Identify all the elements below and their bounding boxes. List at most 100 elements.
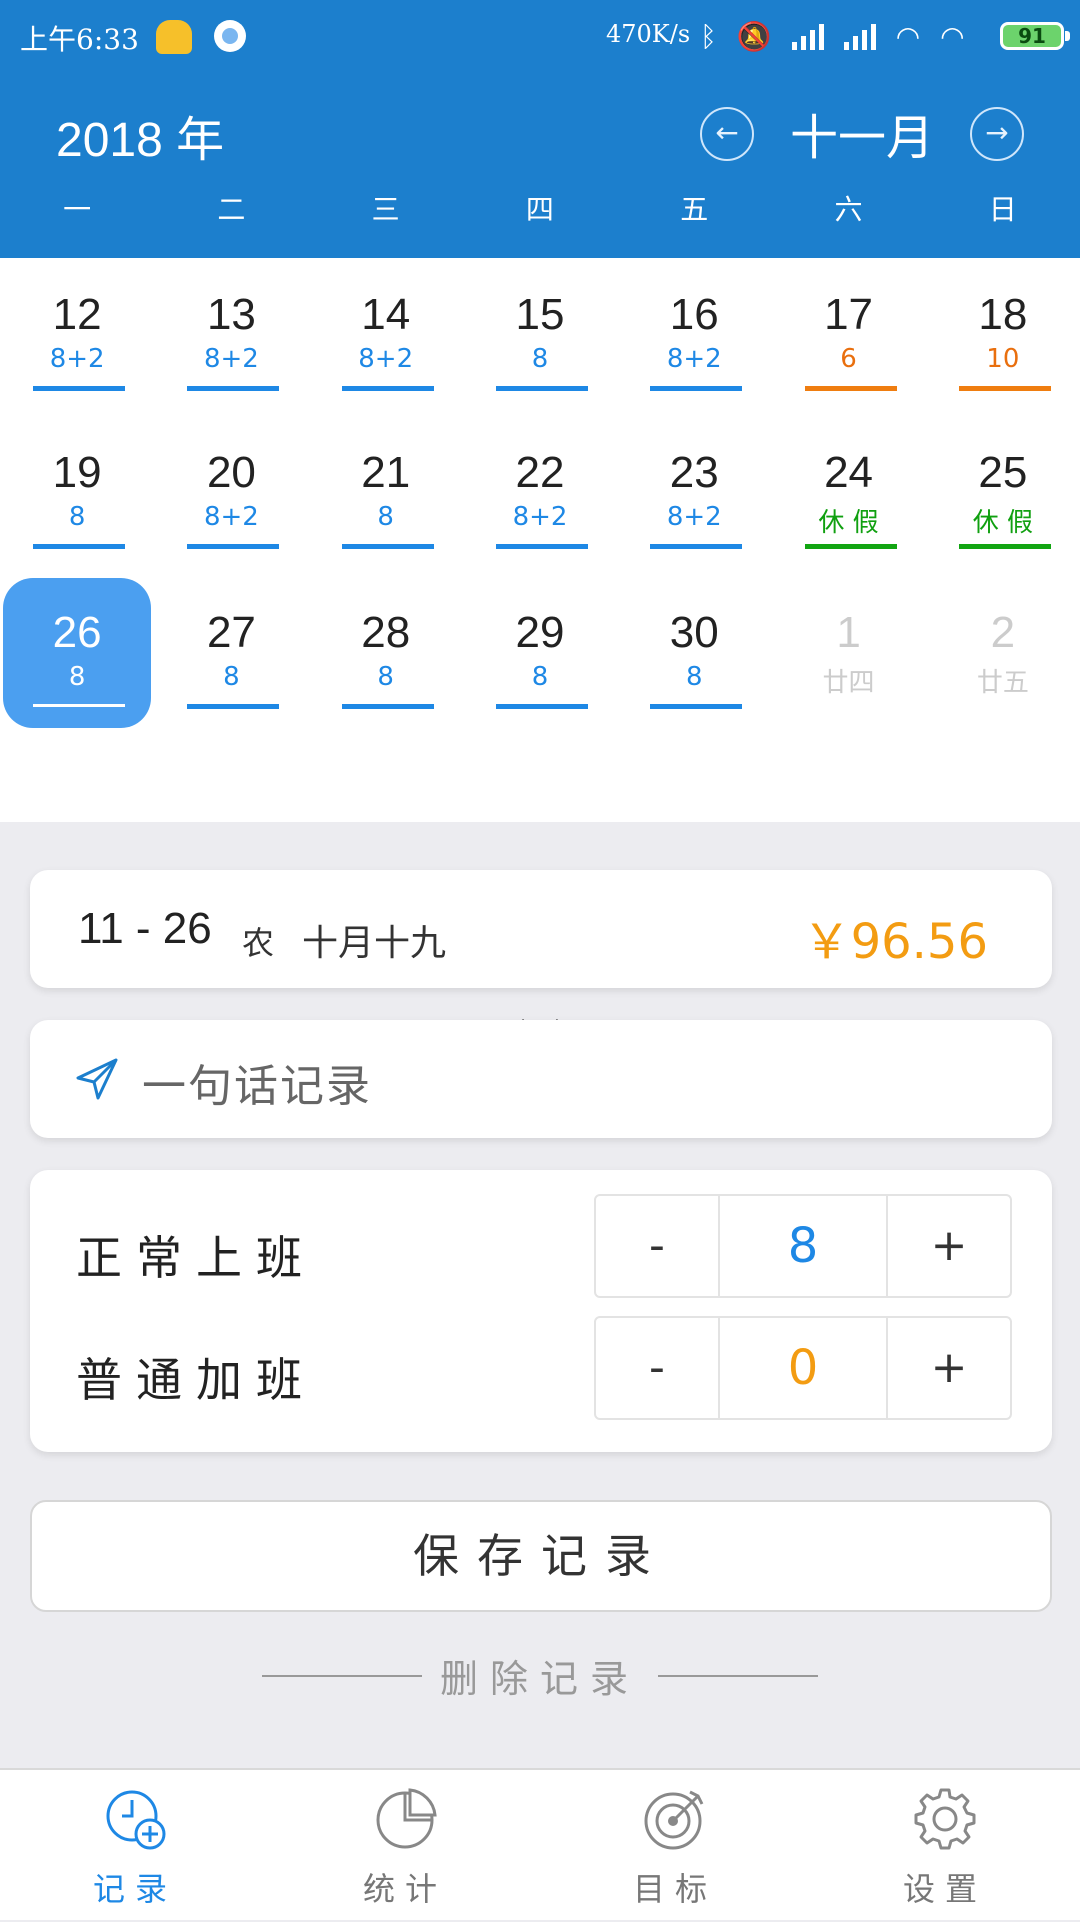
calendar-day[interactable]: 14 8+2 [312, 260, 460, 410]
calendar-grid: 12 8+2 13 8+2 14 8+2 15 8 16 8+2 17 6 18 10 19 8 20 8+2 21… [0, 258, 1080, 1041]
calendar-day[interactable]: 29 8 [466, 578, 614, 728]
calendar-day[interactable]: 15 8 [466, 260, 614, 410]
overtime-plus-button[interactable]: + [888, 1318, 1010, 1418]
day-hours: 休 假 [972, 508, 1033, 538]
day-number: 23 [669, 448, 719, 497]
day-hours: 8+2 [49, 344, 105, 374]
selected-date: 11 - 26 [78, 904, 212, 953]
day-underline [187, 386, 280, 391]
nav-label: 设置 [902, 1870, 987, 1908]
day-underline [341, 386, 434, 391]
nav-tab-settings[interactable]: 设置 [810, 1770, 1080, 1922]
browser-notification-icon [214, 20, 246, 52]
pie-chart-icon [376, 1788, 437, 1849]
day-number: 26 [52, 608, 102, 657]
day-number: 16 [669, 290, 719, 339]
day-underline [958, 386, 1051, 391]
nav-tab-stats[interactable]: 统计 [270, 1770, 540, 1922]
calendar-day[interactable]: 1 廿四 [775, 578, 923, 728]
weekday-label: 三 [371, 193, 400, 226]
divider [658, 1674, 819, 1677]
calendar-day[interactable]: 19 8 [3, 418, 151, 568]
delete-record-row[interactable]: 删除记录 [0, 1648, 1080, 1704]
day-underline [187, 544, 280, 549]
bottom-nav: 记录 统计 目标 设置 [0, 1768, 1080, 1920]
calendar-day[interactable]: 23 8+2 [620, 418, 768, 568]
calendar-day[interactable]: 21 8 [312, 418, 460, 568]
calendar-day[interactable]: 28 8 [312, 578, 460, 728]
day-underline [496, 544, 588, 549]
quick-record-card[interactable]: 一句话记录 [30, 1020, 1052, 1138]
calendar-day[interactable]: 18 10 [929, 260, 1077, 410]
calendar-day[interactable]: 30 8 [620, 578, 768, 728]
day-number: 25 [978, 448, 1028, 497]
calendar-day[interactable]: 27 8 [157, 578, 305, 728]
gear-icon [914, 1788, 976, 1850]
prev-month-button[interactable]: ← [700, 107, 754, 161]
nav-tab-record[interactable]: 记录 [0, 1770, 270, 1922]
calendar-day[interactable]: 2 廿五 [929, 578, 1077, 728]
day-hours: 8+2 [203, 502, 259, 532]
day-underline [187, 704, 280, 709]
nav-tab-goal[interactable]: 目标 [540, 1770, 810, 1922]
bluetooth-icon: ᛒ [700, 19, 717, 53]
day-hours: 8+2 [666, 502, 722, 532]
day-hours: 8 [68, 502, 86, 532]
weekday-label: 五 [680, 193, 709, 226]
year-label: 2018 年 [56, 114, 225, 167]
overtime-minus-button[interactable]: - [596, 1318, 718, 1418]
overtime-stepper: - 0 + [594, 1316, 1012, 1420]
calendar-day[interactable]: 16 8+2 [620, 260, 768, 410]
next-month-button[interactable]: → [970, 107, 1024, 161]
target-icon [644, 1790, 704, 1850]
save-record-button[interactable]: 保存记录 [30, 1500, 1052, 1612]
delete-record-button[interactable]: 删除记录 [440, 1657, 640, 1701]
month-label: 十一月 [790, 110, 935, 166]
day-number: 18 [978, 290, 1028, 339]
day-underline [341, 704, 434, 709]
day-underline [804, 544, 897, 549]
wifi-icon: ◠ [940, 19, 965, 53]
signal-icon [843, 22, 876, 50]
nav-label: 记录 [92, 1870, 177, 1908]
normal-minus-button[interactable]: - [596, 1196, 718, 1296]
day-hours: 休 假 [818, 508, 879, 538]
quick-record-input[interactable]: 一句话记录 [142, 1050, 372, 1114]
day-hours: 8 [531, 344, 549, 374]
day-number: 2 [990, 608, 1016, 657]
weekday-label: 日 [988, 193, 1017, 226]
day-number: 24 [824, 448, 874, 497]
battery-icon: 91 [1000, 22, 1070, 50]
mute-bell-icon: 🔕 [736, 19, 772, 53]
day-underline [33, 386, 126, 391]
day-hours: 6 [840, 344, 857, 374]
day-number: 12 [52, 290, 102, 339]
status-bar: 上午6:33 470K/s ᛒ 🔕 ◠ ◠ 91 [0, 0, 1080, 72]
calendar-day[interactable]: 24 休 假 [775, 418, 923, 568]
clock-add-icon [106, 1790, 166, 1850]
calendar-day[interactable]: 20 8+2 [157, 418, 305, 568]
day-underline [650, 386, 743, 391]
day-hours: 8 [377, 502, 394, 532]
day-number: 30 [669, 608, 719, 657]
normal-hours-value[interactable]: 8 [718, 1196, 888, 1296]
calendar-day[interactable]: 17 6 [775, 260, 923, 410]
overtime-hours-value[interactable]: 0 [718, 1318, 888, 1418]
day-hours: 8 [377, 662, 394, 692]
day-hours: 廿五 [976, 668, 1029, 698]
day-amount: ￥96.56 [802, 914, 988, 970]
normal-plus-button[interactable]: + [888, 1196, 1010, 1296]
lunar-date: 十月十九 [302, 923, 447, 964]
calendar-day[interactable]: 13 8+2 [157, 260, 305, 410]
day-underline [496, 704, 588, 709]
calendar-day[interactable]: 12 8+2 [3, 260, 151, 410]
network-speed: 470K/s [606, 20, 691, 48]
day-number: 21 [361, 448, 411, 497]
weekday-label: 一 [63, 193, 92, 226]
weekday-label: 六 [834, 193, 863, 226]
calendar-day[interactable]: 22 8+2 [466, 418, 614, 568]
calendar-day[interactable]: 26 8 [3, 578, 152, 728]
calendar-day[interactable]: 25 休 假 [929, 418, 1077, 568]
day-number: 19 [52, 448, 102, 497]
day-hours: 8 [223, 662, 240, 692]
